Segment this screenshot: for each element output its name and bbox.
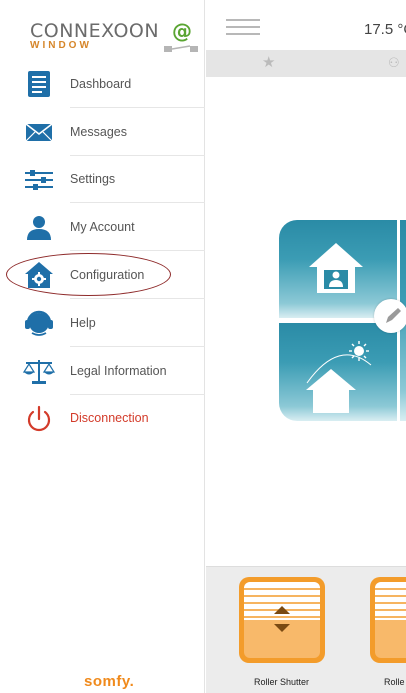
side-menu: CONNEXOON WINDOW @ Dashboard Messages Se… [0, 0, 205, 693]
sliders-icon [25, 169, 53, 190]
menu-label-my-account: My Account [70, 220, 135, 235]
menu-label-help: Help [70, 315, 96, 330]
roller-shutter-device[interactable] [239, 577, 325, 663]
app-root: CONNEXOON WINDOW @ Dashboard Messages Se… [0, 0, 406, 693]
device-label: Rolle [384, 677, 405, 687]
device-label: Roller Shutter [254, 677, 310, 687]
scene-canvas [206, 77, 406, 566]
user-icon [27, 216, 51, 241]
menu-label-legal-information: Legal Information [70, 363, 167, 378]
menu-label-dashboard: Dashboard [70, 76, 132, 91]
menu-list: Dashboard Messages Settings My Account C… [0, 60, 205, 442]
menu-item-help[interactable]: Help [0, 299, 205, 347]
main-panel: 17.5 °C ★ ⚇ [206, 0, 406, 693]
favorites-bar: ★ ⚇ [206, 50, 406, 77]
headset-icon [25, 310, 53, 336]
menu-item-legal-information[interactable]: Legal Information [0, 347, 205, 395]
scales-icon [22, 359, 56, 384]
menu-label-settings: Settings [70, 172, 116, 187]
device-bar: Roller Shutter Rolle [206, 566, 406, 693]
menu-item-messages[interactable]: Messages [0, 108, 205, 156]
temperature-readout: 17.5 °C [364, 21, 406, 38]
menu-label-messages: Messages [70, 124, 127, 139]
menu-item-settings[interactable]: Settings [0, 156, 205, 204]
menu-item-dashboard[interactable]: Dashboard [0, 60, 205, 108]
at-network-icon: @ [164, 20, 198, 52]
hamburger-menu-icon[interactable] [226, 19, 260, 37]
envelope-icon [25, 123, 53, 142]
house-sun-icon [306, 341, 372, 413]
star-icon[interactable]: ★ [262, 53, 275, 71]
sun-tile[interactable] [279, 323, 397, 421]
somfy-logo: somfy. [84, 673, 135, 690]
svg-text:@: @ [172, 20, 192, 43]
menu-item-disconnection[interactable]: Disconnection [0, 395, 205, 443]
roller-shutter-icon [244, 582, 320, 658]
power-icon [27, 405, 51, 431]
group-icon[interactable]: ⚇ [388, 55, 400, 71]
menu-item-my-account[interactable]: My Account [0, 203, 205, 251]
dashboard-icon [28, 71, 50, 97]
configuration-highlight-annotation [6, 253, 171, 296]
connexoon-logo: CONNEXOON WINDOW @ [30, 20, 200, 60]
edit-button[interactable] [374, 299, 406, 333]
top-bar: 17.5 °C [206, 0, 406, 50]
roller-shutter-device-2[interactable] [370, 577, 406, 663]
menu-label-disconnection: Disconnection [70, 411, 149, 426]
roller-shutter-icon-2 [375, 582, 406, 658]
pencil-icon [386, 308, 401, 323]
